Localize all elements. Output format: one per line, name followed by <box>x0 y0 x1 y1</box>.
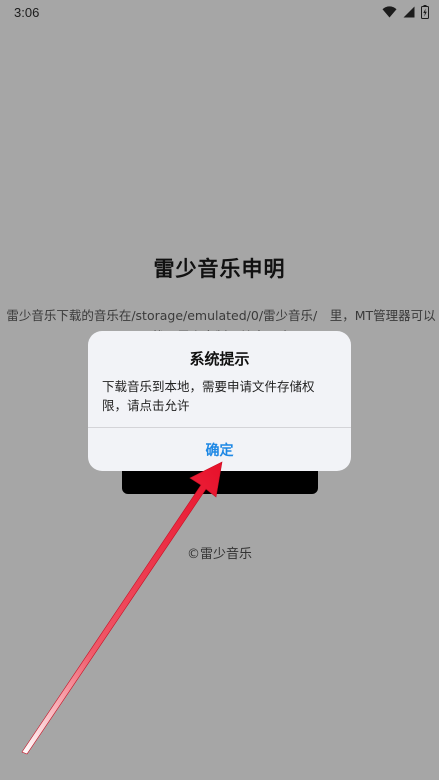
page-title: 雷少音乐申明 <box>153 257 286 281</box>
dialog-title: 系统提示 <box>189 350 250 368</box>
signal-icon <box>403 6 415 18</box>
status-icons <box>382 5 429 19</box>
permission-dialog: 系统提示 下载音乐到本地，需要申请文件存储权限，请点击允许 确定 <box>88 331 351 471</box>
status-time: 3:06 <box>14 5 40 20</box>
wifi-icon <box>382 6 397 18</box>
dialog-message: 下载音乐到本地，需要申请文件存储权限，请点击允许 <box>102 379 315 413</box>
status-bar: 3:06 <box>0 0 439 26</box>
page-footer: ©雷少音乐 <box>186 547 252 562</box>
battery-icon <box>421 5 429 19</box>
confirm-button[interactable]: 确定 <box>88 428 351 471</box>
